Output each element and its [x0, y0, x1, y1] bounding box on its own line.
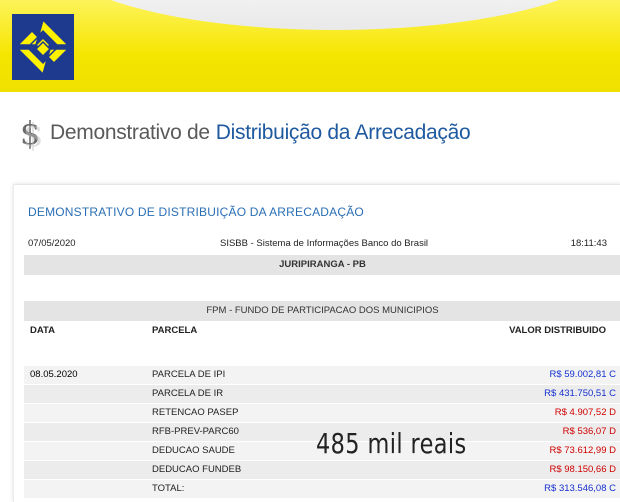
table-row: DEDUCAO FUNDEB R$ 98.150,66 D	[24, 461, 620, 480]
municipality-band: JURIPIRANGA - PB	[24, 255, 620, 275]
row-parcel: RFB-PREV-PARC60	[152, 426, 239, 437]
row-value: R$ 431.750,51 C	[544, 388, 616, 399]
top-banner	[0, 0, 620, 92]
page-title-prefix: Demonstrativo de	[50, 121, 210, 144]
report-date: 07/05/2020	[28, 238, 76, 249]
table-header: DATA PARCELA VALOR DISTRIBUIDO	[14, 325, 620, 339]
row-parcel: RETENCAO PASEP	[152, 407, 239, 418]
table-row: RETENCAO PASEP R$ 4.907,52 D	[24, 404, 620, 423]
row-value: R$ 98.150,66 D	[549, 464, 616, 475]
report-title: DEMONSTRATIVO DE DISTRIBUIÇÃO DA ARRECAD…	[28, 205, 364, 219]
row-parcel: PARCELA DE IPI	[152, 369, 226, 380]
row-value: R$ 4.907,52 D	[554, 407, 616, 418]
banco-do-brasil-logo-icon	[12, 14, 74, 80]
row-value: R$ 313.546,08 C	[544, 483, 616, 494]
row-value: R$ 73.612,99 D	[549, 445, 616, 456]
row-date: 08.05.2020	[30, 369, 78, 380]
table-row: PARCELA DE IR R$ 431.750,51 C	[24, 385, 620, 404]
column-header-parcel: PARCELA	[152, 325, 198, 336]
page-title: Distribuição da Arrecadação	[215, 121, 471, 144]
column-header-value: VALOR DISTRIBUIDO	[509, 325, 606, 336]
row-parcel: DEDUCAO FUNDEB	[152, 464, 242, 475]
row-parcel: TOTAL:	[152, 483, 185, 494]
report-time: 18:11:43	[570, 238, 607, 249]
page-heading: $ $ Demonstrativo de Distribuição da Arr…	[18, 113, 471, 153]
report-system: SISBB - Sistema de Informações Banco do …	[220, 238, 429, 249]
dollar-sign-icon: $ $	[20, 114, 43, 153]
fund-band: FPM - FUNDO DE PARTICIPACAO DOS MUNICIPI…	[24, 301, 620, 321]
svg-text:$: $	[23, 116, 43, 153]
row-value: R$ 59.002,81 C	[549, 369, 616, 380]
banner-swoosh	[55, 0, 615, 30]
row-parcel: PARCELA DE IR	[152, 388, 224, 399]
row-parcel: DEDUCAO SAUDE	[152, 445, 235, 456]
overlay-caption: 485 mil reais	[316, 427, 467, 460]
table-row: 08.05.2020 PARCELA DE IPI R$ 59.002,81 C	[24, 366, 620, 385]
row-value: R$ 536,07 D	[562, 426, 616, 437]
column-header-date: DATA	[30, 325, 55, 336]
table-row-total: TOTAL: R$ 313.546,08 C	[24, 480, 620, 499]
